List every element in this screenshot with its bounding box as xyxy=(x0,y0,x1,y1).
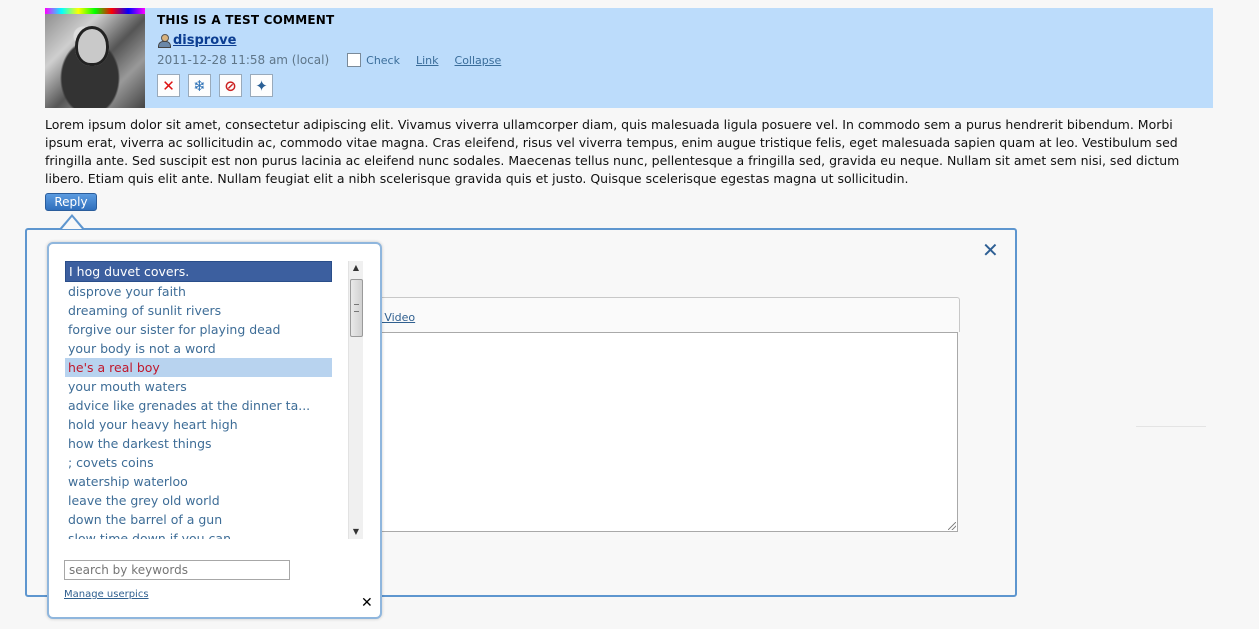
comment-meta: 2011-12-28 11:58 am (local) Check Link C… xyxy=(157,53,517,67)
comment-tools: ✕ ❄ ⊘ ✦ xyxy=(157,74,273,97)
list-item[interactable]: disprove your faith xyxy=(65,282,332,301)
username-link[interactable]: disprove xyxy=(173,33,236,48)
collapse-link[interactable]: Collapse xyxy=(455,54,502,67)
list-item[interactable]: hold your heavy heart high xyxy=(65,415,332,434)
search-input[interactable] xyxy=(64,560,290,580)
scroll-up-icon[interactable]: ▲ xyxy=(349,261,363,275)
scroll-thumb[interactable] xyxy=(350,279,363,337)
comment-date: 2011-12-28 11:58 am (local) xyxy=(157,53,330,67)
track-icon[interactable]: ✦ xyxy=(250,74,273,97)
user-line: disprove xyxy=(157,33,236,48)
manage-userpics-link[interactable]: Manage userpics xyxy=(64,589,149,600)
freeze-icon[interactable]: ❄ xyxy=(188,74,211,97)
user-icon[interactable] xyxy=(157,33,171,48)
reply-notch xyxy=(60,214,84,229)
link-link[interactable]: Link xyxy=(416,54,439,67)
divider xyxy=(1136,426,1206,427)
comment-title: THIS IS A TEST COMMENT xyxy=(157,13,335,27)
close-icon[interactable]: ✕ xyxy=(361,595,373,611)
resize-grip-icon[interactable] xyxy=(948,522,956,530)
editor-toolbar xyxy=(345,297,960,332)
avatar[interactable] xyxy=(45,8,145,108)
list-item[interactable]: leave the grey old world xyxy=(65,491,332,510)
reply-button[interactable]: Reply xyxy=(45,193,97,211)
userpic-list[interactable]: I hog duvet covers. disprove your faith dr… xyxy=(65,261,337,539)
check-checkbox[interactable] xyxy=(347,53,362,67)
comment-body: Lorem ipsum dolor sit amet, consectetur … xyxy=(45,117,1180,186)
scroll-down-icon[interactable]: ▼ xyxy=(349,525,363,539)
list-item[interactable]: advice like grenades at the dinner ta... xyxy=(65,396,332,415)
reply-close-icon[interactable]: ✕ xyxy=(982,238,999,262)
screen-icon[interactable]: ⊘ xyxy=(219,74,242,97)
scrollbar[interactable]: ▲ ▼ xyxy=(348,261,363,539)
list-item[interactable]: your body is not a word xyxy=(65,339,332,358)
list-item[interactable]: he's a real boy xyxy=(65,358,332,377)
list-item[interactable]: I hog duvet covers. xyxy=(65,261,332,282)
list-item[interactable]: ; covets coins xyxy=(65,453,332,472)
check-label[interactable]: Check xyxy=(366,54,400,67)
list-item[interactable]: slow time down if you can xyxy=(65,529,332,539)
userpic-selector: I hog duvet covers. disprove your faith dr… xyxy=(47,242,382,619)
list-item[interactable]: how the darkest things xyxy=(65,434,332,453)
list-item[interactable]: your mouth waters xyxy=(65,377,332,396)
list-item[interactable]: forgive our sister for playing dead xyxy=(65,320,332,339)
list-item[interactable]: dreaming of sunlit rivers xyxy=(65,301,332,320)
comment-header: THIS IS A TEST COMMENT disprove 2011-12-… xyxy=(45,8,1213,108)
list-item[interactable]: down the barrel of a gun xyxy=(65,510,332,529)
reply-textarea[interactable] xyxy=(345,332,958,532)
list-item[interactable]: watership waterloo xyxy=(65,472,332,491)
delete-icon[interactable]: ✕ xyxy=(157,74,180,97)
